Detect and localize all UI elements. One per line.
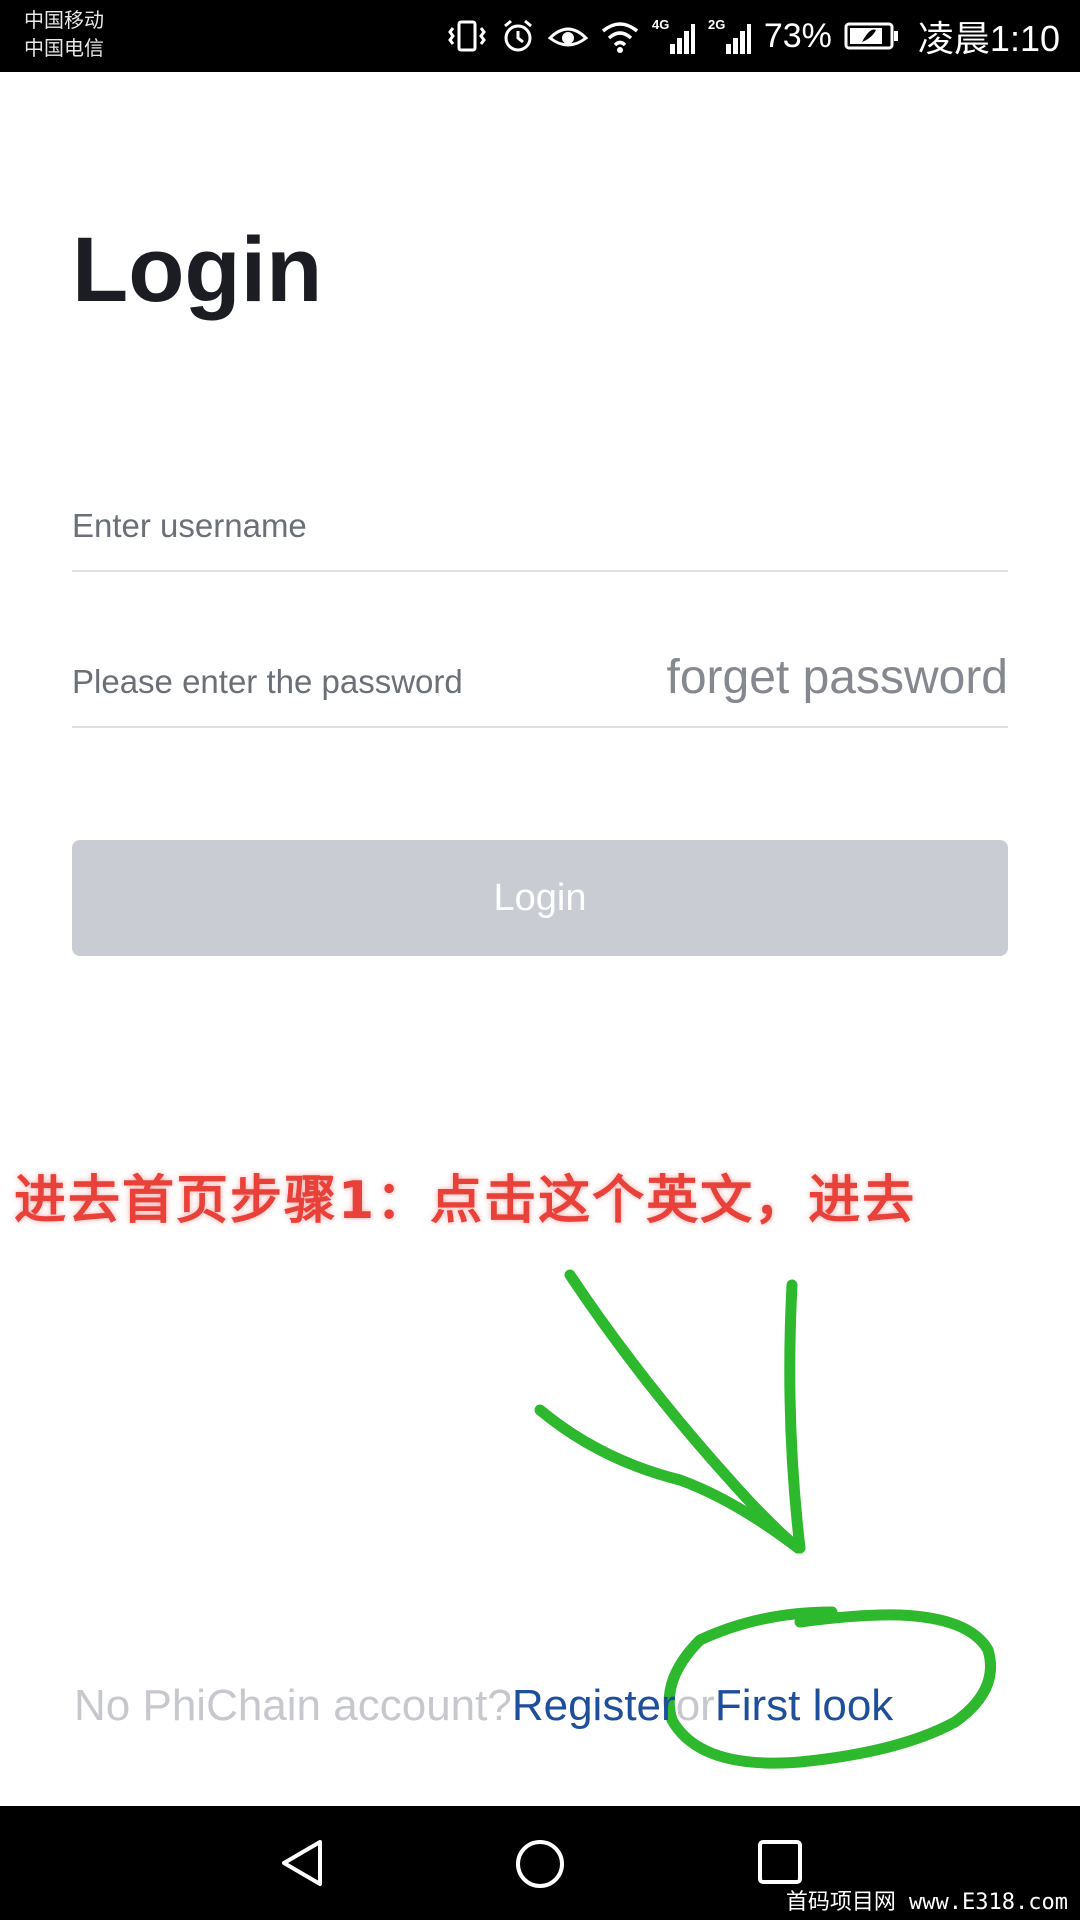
navigation-bar: 首码项目网 www.E318.com [0,1806,1080,1920]
register-link[interactable]: Register [512,1681,676,1730]
no-account-text: No PhiChain account? [74,1681,512,1730]
arrow-head-left [534,1404,804,1554]
arrow-head-right [784,1279,806,1554]
watermark: 首码项目网 www.E318.com [781,1884,1072,1916]
home-icon[interactable] [514,1838,566,1890]
recent-apps-icon[interactable] [756,1838,804,1886]
annotation-drawing [534,1269,997,1769]
arrow-shaft [564,1269,804,1554]
or-text: or [675,1681,715,1730]
first-look-link[interactable]: First look [715,1681,893,1730]
footer-links: No PhiChain account?RegisterorFirst look [74,1676,893,1736]
back-icon[interactable] [278,1838,326,1888]
